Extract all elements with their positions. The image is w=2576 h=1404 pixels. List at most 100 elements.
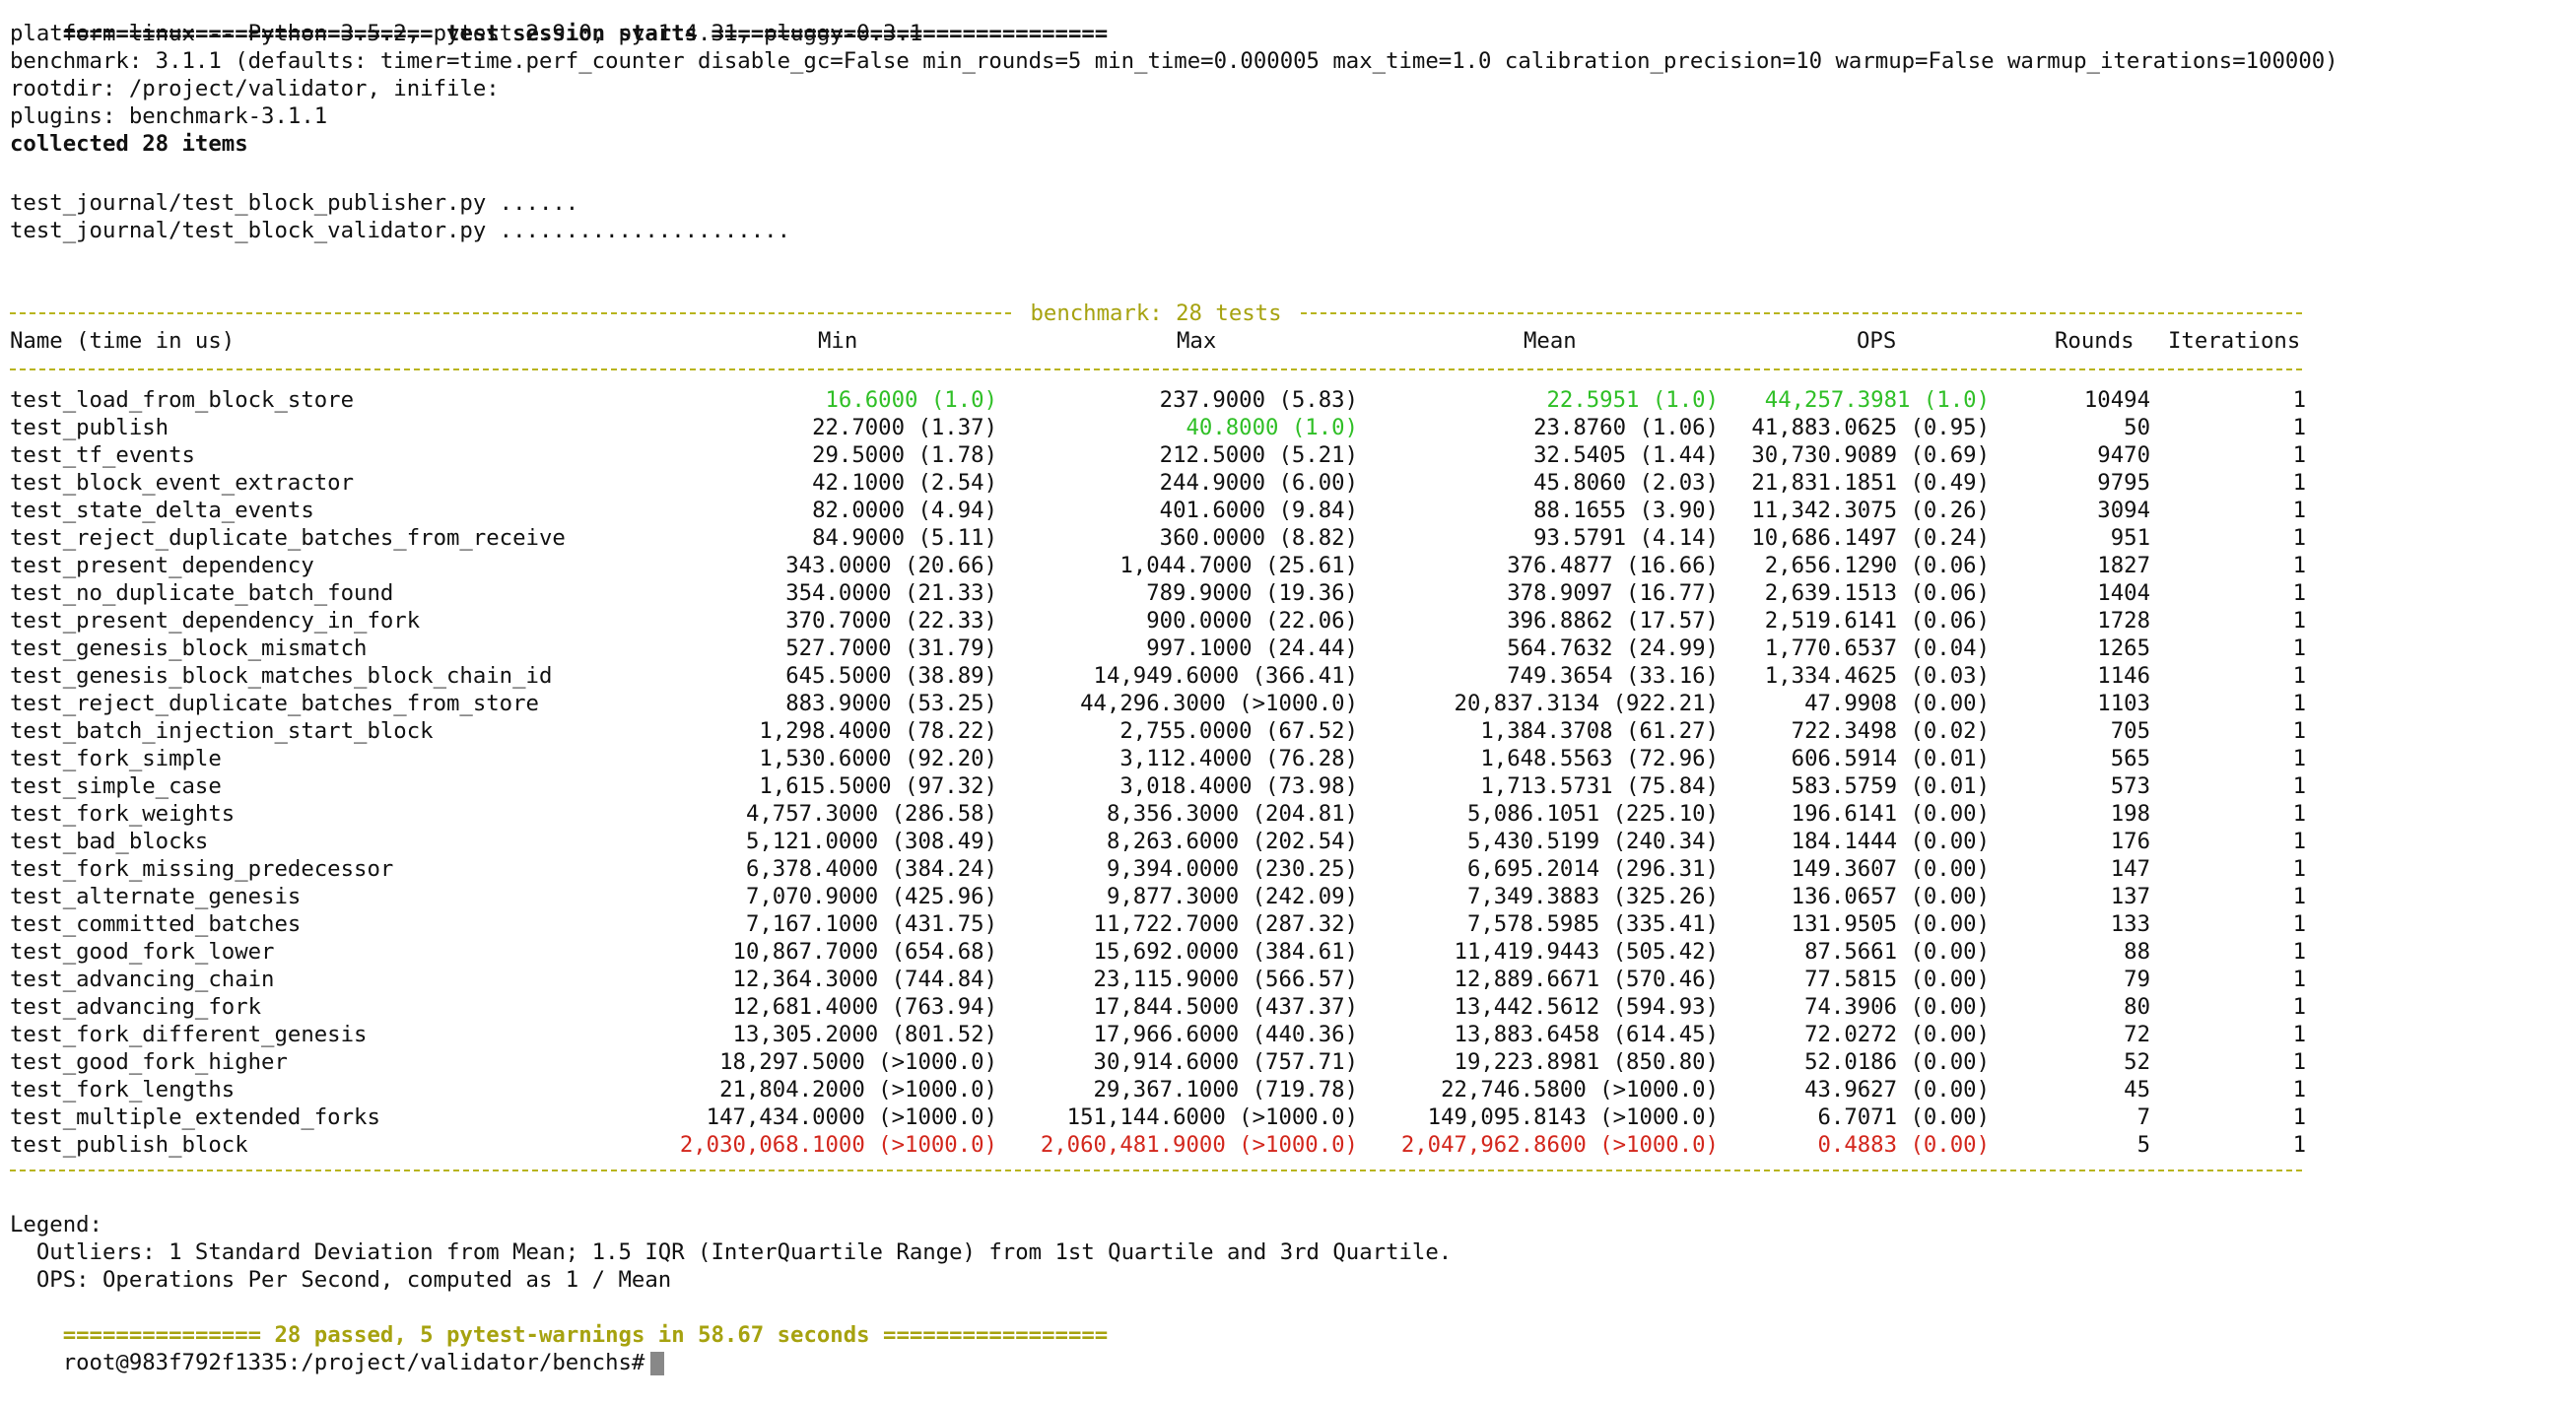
- cell-rounds: 573: [2110, 773, 2150, 799]
- cell-mean: 396.8862 (17.57): [1507, 608, 1719, 634]
- cell-ops: 47.9908 (0.00): [1804, 691, 1990, 716]
- table-row: test_simple_case 1,615.5000 (97.32) 3,018.…: [10, 772, 2566, 800]
- cell-max: 900.0000 (22.06): [1146, 608, 1358, 634]
- cell-mean: 45.8060 (2.03): [1533, 470, 1719, 496]
- cell-ops: 10,686.1497 (0.24): [1751, 525, 1990, 551]
- cell-mean: 5,086.1051 (225.10): [1466, 801, 1719, 827]
- legend-outliers: Outliers: 1 Standard Deviation from Mean…: [10, 1239, 1453, 1265]
- table-row: test_block_event_extractor 42.1000 (2.54)…: [10, 469, 2566, 497]
- cell-ops: 2,519.6141 (0.06): [1764, 608, 1990, 634]
- cell-rounds: 45: [2124, 1077, 2150, 1103]
- cell-max: 3,018.4000 (73.98): [1119, 773, 1358, 799]
- cell-iterations: 1: [2292, 1077, 2306, 1103]
- cell-min: 12,364.3000 (744.84): [732, 967, 997, 992]
- rootdir-line: rootdir: /project/validator, inifile:: [10, 76, 500, 101]
- cell-max: 8,356.3000 (204.81): [1106, 801, 1358, 827]
- cell-min: 527.7000 (31.79): [785, 635, 997, 661]
- cell-iterations: 1: [2292, 801, 2306, 827]
- header-dashed-rule: [10, 368, 2302, 370]
- cell-ops: 0.4883 (0.00): [1817, 1132, 1990, 1158]
- terminal-window[interactable]: ============================ test sessio…: [10, 0, 2566, 1375]
- cell-name: test_good_fork_higher: [10, 1049, 288, 1075]
- table-row: test_alternate_genesis 7,070.9000 (425.96…: [10, 883, 2566, 910]
- cell-name: test_fork_weights: [10, 801, 236, 827]
- cell-mean: 564.7632 (24.99): [1507, 635, 1719, 661]
- legend-title: Legend:: [10, 1212, 102, 1237]
- cell-ops: 44,257.3981 (1.0): [1764, 387, 1990, 413]
- cell-min: 4,757.3000 (286.58): [745, 801, 997, 827]
- cell-iterations: 1: [2292, 663, 2306, 689]
- cell-mean: 32.5405 (1.44): [1533, 442, 1719, 468]
- block-cursor-icon: [650, 1351, 665, 1375]
- cell-rounds: 72: [2124, 1022, 2150, 1047]
- cell-ops: 606.5914 (0.01): [1791, 746, 1990, 771]
- cell-rounds: 9795: [2097, 470, 2150, 496]
- cell-mean: 13,883.6458 (614.45): [1454, 1022, 1719, 1047]
- cell-max: 14,949.6000 (366.41): [1093, 663, 1358, 689]
- cell-min: 42.1000 (2.54): [812, 470, 997, 496]
- cell-mean: 22.5951 (1.0): [1546, 387, 1719, 413]
- cell-mean: 7,349.3883 (325.26): [1466, 884, 1719, 909]
- table-row: test_batch_injection_start_block 1,298.40…: [10, 717, 2566, 745]
- cell-ops: 2,639.1513 (0.06): [1764, 580, 1990, 606]
- table-bottom-dashed-rule: [10, 1170, 2302, 1171]
- cell-mean: 749.3654 (33.16): [1507, 663, 1719, 689]
- cell-ops: 72.0272 (0.00): [1804, 1022, 1990, 1047]
- cell-rounds: 147: [2110, 856, 2150, 882]
- cell-iterations: 1: [2292, 1049, 2306, 1075]
- cell-mean: 23.8760 (1.06): [1533, 415, 1719, 440]
- cell-name: test_present_dependency_in_fork: [10, 608, 421, 634]
- table-row: test_genesis_block_mismatch 527.7000 (31.…: [10, 635, 2566, 662]
- cell-mean: 93.5791 (4.14): [1533, 525, 1719, 551]
- cell-min: 10,867.7000 (654.68): [732, 939, 997, 965]
- cell-max: 44,296.3000 (>1000.0): [1080, 691, 1358, 716]
- cell-ops: 184.1444 (0.00): [1791, 829, 1990, 854]
- table-row: test_load_from_block_store 16.6000 (1.0) 2…: [10, 386, 2566, 414]
- shell-prompt-line[interactable]: root@983f792f1335:/project/validator/ben…: [10, 1321, 665, 1375]
- cell-max: 789.9000 (19.36): [1146, 580, 1358, 606]
- cell-max: 17,966.6000 (440.36): [1093, 1022, 1358, 1047]
- benchmark-title-separator: benchmark: 28 tests: [10, 300, 2302, 327]
- header-rounds: Rounds: [2055, 328, 2135, 354]
- cell-min: 12,681.4000 (763.94): [732, 994, 997, 1020]
- cell-iterations: 1: [2292, 635, 2306, 661]
- cell-rounds: 1146: [2097, 663, 2150, 689]
- cell-rounds: 1103: [2097, 691, 2150, 716]
- cell-name: test_simple_case: [10, 773, 222, 799]
- cell-ops: 30,730.9089 (0.69): [1751, 442, 1990, 468]
- cell-max: 3,112.4000 (76.28): [1119, 746, 1358, 771]
- cell-rounds: 1728: [2097, 608, 2150, 634]
- cell-min: 370.7000 (22.33): [785, 608, 997, 634]
- cell-min: 18,297.5000 (>1000.0): [719, 1049, 997, 1075]
- cell-ops: 722.3498 (0.02): [1791, 718, 1990, 744]
- cell-min: 84.9000 (5.11): [812, 525, 997, 551]
- cell-mean: 1,648.5563 (72.96): [1480, 746, 1719, 771]
- table-row: test_genesis_block_matches_block_chain_i…: [10, 662, 2566, 690]
- table-row: test_fork_weights 4,757.3000 (286.58) 8,35…: [10, 800, 2566, 828]
- cell-name: test_good_fork_lower: [10, 939, 275, 965]
- legend-ops: OPS: Operations Per Second, computed as …: [10, 1267, 672, 1293]
- cell-rounds: 565: [2110, 746, 2150, 771]
- cell-rounds: 10494: [2083, 387, 2150, 413]
- table-row: test_bad_blocks 5,121.0000 (308.49) 8,263.…: [10, 828, 2566, 855]
- cell-rounds: 133: [2110, 911, 2150, 937]
- cell-max: 997.1000 (24.44): [1146, 635, 1358, 661]
- table-row: test_present_dependency 343.0000 (20.66) 1…: [10, 552, 2566, 579]
- platform-line: platform linux -- Python 3.5.2, pytest-2…: [10, 21, 923, 46]
- cell-ops: 2,656.1290 (0.06): [1764, 553, 1990, 578]
- cell-mean: 13,442.5612 (594.93): [1454, 994, 1719, 1020]
- cell-iterations: 1: [2292, 773, 2306, 799]
- cell-iterations: 1: [2292, 746, 2306, 771]
- cell-mean: 20,837.3134 (922.21): [1454, 691, 1719, 716]
- cell-name: test_committed_batches: [10, 911, 302, 937]
- summary-bar-right: =================: [883, 1322, 1109, 1348]
- cell-max: 23,115.9000 (566.57): [1093, 967, 1358, 992]
- cell-min: 1,530.6000 (92.20): [759, 746, 997, 771]
- cell-rounds: 705: [2110, 718, 2150, 744]
- cell-max: 2,060,481.9000 (>1000.0): [1040, 1132, 1358, 1158]
- cell-max: 40.8000 (1.0): [1186, 415, 1358, 440]
- summary-line: =============== 28 passed, 5 pytest-warn…: [10, 1294, 1109, 1348]
- cell-rounds: 1404: [2097, 580, 2150, 606]
- cell-mean: 22,746.5800 (>1000.0): [1441, 1077, 1719, 1103]
- table-row: test_fork_different_genesis 13,305.2000 (…: [10, 1021, 2566, 1048]
